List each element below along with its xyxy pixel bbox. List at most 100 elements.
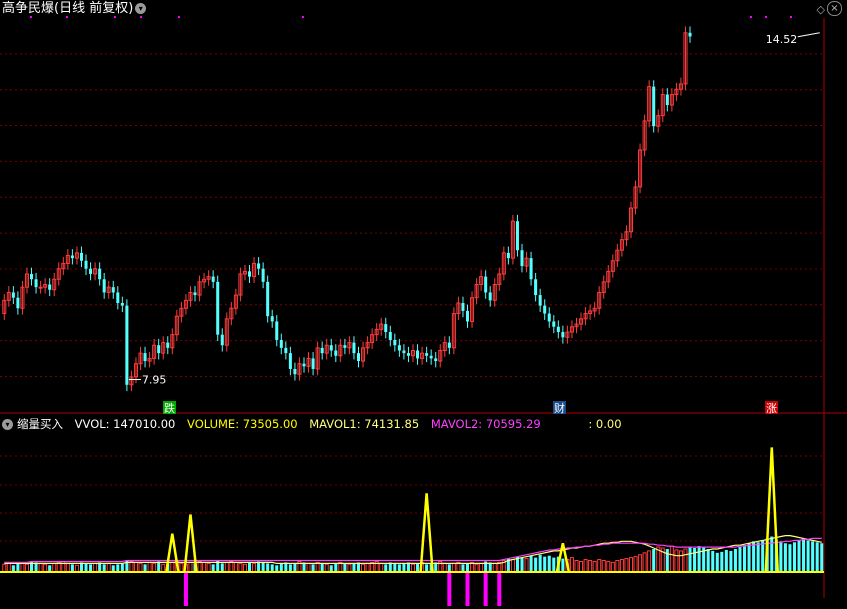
volume-bar-up: [206, 562, 211, 573]
volume-bar-up: [624, 558, 629, 573]
marker-dot: [66, 16, 68, 18]
candle-down: [397, 345, 401, 351]
candle-down: [293, 368, 297, 375]
candle-down: [356, 353, 361, 362]
volume-bar-up: [43, 563, 48, 573]
volume-bar-up: [410, 563, 416, 573]
volume-bar-up: [170, 561, 175, 573]
volume-bar-up: [683, 548, 688, 573]
volume-bar-down: [797, 540, 801, 572]
candle-down: [556, 326, 560, 333]
volume-bar-down: [697, 546, 701, 572]
candle-down: [388, 332, 392, 340]
volume-bar-down: [270, 564, 274, 572]
volume-bar-down: [84, 563, 88, 572]
volume-bar-up: [202, 561, 207, 573]
volume-bar-down: [275, 565, 279, 572]
candle-down: [166, 342, 170, 348]
volume-bar-up: [628, 557, 634, 573]
marker-dot: [140, 16, 142, 18]
candle-down: [247, 271, 252, 277]
volume-bar-down: [247, 562, 252, 572]
candle-down: [157, 345, 161, 354]
volume-bar-down: [89, 564, 93, 572]
volume-bar-up: [588, 559, 593, 573]
candle-down: [216, 281, 220, 335]
candle-down: [116, 292, 120, 303]
candle-down: [320, 347, 324, 354]
volume-bar-down: [783, 543, 787, 572]
volume-bar-up: [678, 550, 683, 573]
volume-bar-up: [583, 559, 588, 573]
candle-down: [384, 324, 388, 333]
volume-bar-down: [792, 542, 797, 572]
volume-bar-up: [638, 554, 643, 573]
volume-bar-down: [343, 563, 347, 572]
volume-bar-down: [111, 565, 115, 572]
volume-bar-down: [384, 564, 388, 572]
candle-down: [29, 273, 34, 280]
candle-down: [529, 258, 533, 280]
volume-bar-down: [761, 540, 765, 572]
volume-bar-down: [48, 565, 52, 572]
volume-bar-up: [152, 562, 157, 573]
volume-bar-up: [510, 559, 515, 573]
marker-dot: [765, 16, 767, 18]
candle-down: [143, 353, 147, 362]
candle-down: [402, 350, 406, 354]
volume-bar-up: [615, 559, 620, 573]
candle-down: [352, 342, 356, 354]
volume-bar-down: [770, 536, 774, 572]
volume-bar-down: [665, 548, 669, 572]
volume-bar-down: [706, 548, 710, 572]
volume-bar-down: [70, 564, 74, 572]
candle-down: [211, 276, 215, 282]
candle-up: [38, 286, 43, 289]
candle-down: [434, 358, 438, 362]
candle-down: [329, 345, 333, 351]
volume-bar-down: [756, 542, 760, 572]
candle-down: [193, 292, 197, 296]
volume-bar-down: [779, 541, 783, 572]
candle-down: [220, 334, 224, 346]
volume-bar-up: [93, 562, 98, 573]
event-marker-text: 跌: [164, 401, 175, 415]
candle-down: [334, 350, 338, 356]
volume-bar-up: [365, 562, 370, 573]
volume-bar-up: [601, 559, 606, 573]
volume-bar-up: [642, 552, 647, 573]
volume-bar-down: [211, 564, 215, 572]
volume-bar-up: [188, 561, 193, 573]
volume-bar-down: [715, 552, 719, 572]
volume-bar-down: [11, 565, 15, 572]
candle-down: [79, 252, 83, 261]
candle-down: [538, 295, 542, 306]
volume-bar-down: [143, 564, 147, 572]
candle-down: [343, 345, 347, 348]
low-label: 7.95: [142, 374, 167, 387]
candle-down: [447, 342, 451, 348]
candle-down: [98, 268, 102, 280]
volume-bar-up: [442, 562, 447, 573]
marker-dot: [30, 16, 32, 18]
volume-bar-down: [552, 557, 556, 572]
marker-dot: [178, 16, 180, 18]
spike-magenta: [465, 572, 470, 606]
candle-down: [288, 353, 292, 369]
volume-bar-up: [674, 549, 679, 573]
candle-down: [534, 279, 538, 296]
volume-bar-down: [116, 564, 120, 572]
volume-bar-up: [224, 561, 229, 573]
volume-bar-up: [242, 563, 247, 573]
volume-bar-up: [52, 562, 57, 573]
spike-magenta: [483, 572, 488, 606]
volume-bar-up: [592, 560, 597, 573]
candle-down: [270, 316, 274, 322]
volume-bar-down: [729, 550, 733, 572]
event-marker-text: 财: [554, 401, 565, 415]
volume-bar-up: [238, 562, 243, 573]
candle-down: [102, 279, 106, 293]
volume-bar-down: [266, 563, 270, 572]
candle-down: [561, 332, 565, 338]
candle-down: [11, 292, 15, 298]
